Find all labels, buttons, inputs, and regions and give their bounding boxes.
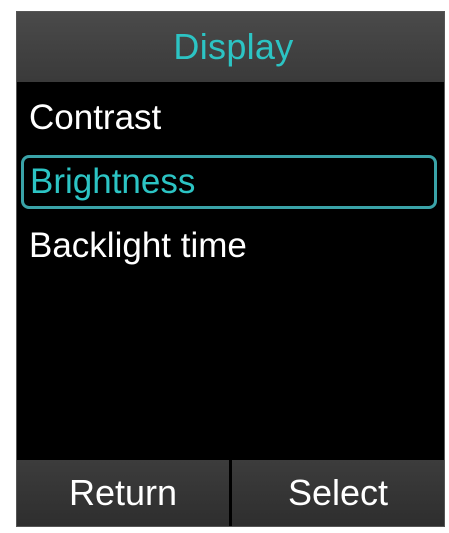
menu-item-brightness[interactable]: Brightness [21,155,437,209]
menu-item-backlight-time[interactable]: Backlight time [21,219,437,273]
phone-screen: Display Contrast Brightness Backlight ti… [16,11,445,527]
screen-title: Display [173,26,294,67]
select-button[interactable]: Select [232,460,444,526]
title-bar: Display [17,12,444,82]
return-button[interactable]: Return [17,460,229,526]
softkey-bar: Return Select [17,460,444,526]
menu-item-contrast[interactable]: Contrast [21,91,437,145]
